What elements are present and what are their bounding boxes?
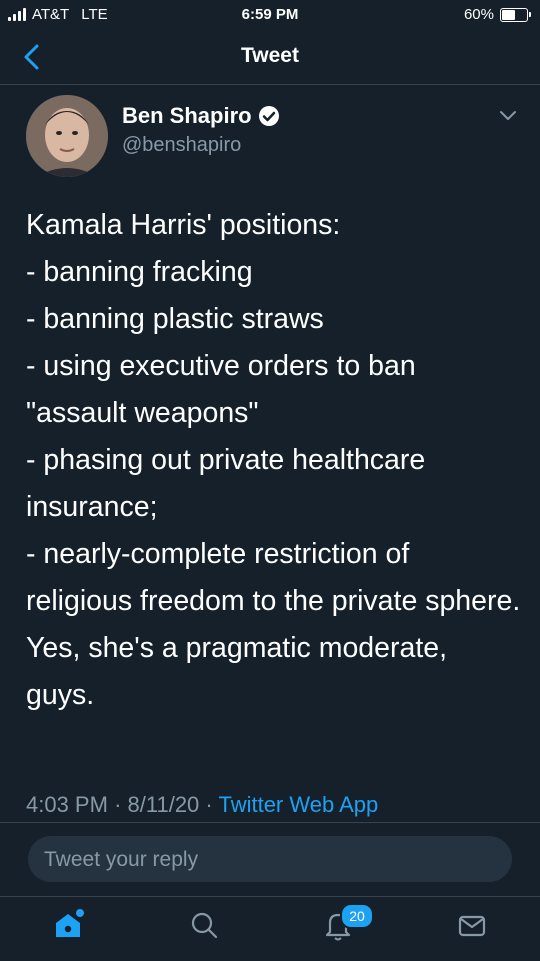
status-bar: AT&T LTE 6:59 PM 60%: [0, 0, 540, 30]
status-time: 6:59 PM: [241, 6, 299, 23]
search-icon[interactable]: [184, 905, 224, 945]
avatar[interactable]: [26, 95, 108, 177]
tweet-time: 4:03 PM: [26, 792, 108, 817]
battery-percent: 60%: [463, 6, 494, 23]
meta-separator: ·: [114, 792, 128, 817]
tweet-source-link[interactable]: Twitter Web App: [218, 792, 378, 817]
reply-input[interactable]: Tweet your reply: [28, 836, 512, 882]
meta-separator: ·: [205, 792, 219, 817]
reply-placeholder: Tweet your reply: [44, 848, 199, 871]
author-row: Ben Shapiro: [122, 103, 280, 129]
tweet-text: Kamala Harris' positions: - banning frac…: [26, 209, 521, 711]
battery-icon: [500, 7, 531, 22]
header: Tweet: [0, 30, 540, 85]
author-handle[interactable]: @benshapiro: [122, 134, 241, 157]
page-title: Tweet: [241, 44, 299, 67]
tweet-date: 8/11/20: [127, 792, 200, 817]
profile-photo: [26, 95, 108, 177]
reply-bar: Tweet your reply: [0, 822, 540, 897]
status-right: 60%: [463, 6, 531, 23]
chevron-down-icon[interactable]: [498, 108, 518, 122]
tab-bar: 20: [0, 896, 540, 961]
author-name[interactable]: Ben Shapiro: [122, 103, 252, 129]
home-new-dot: [76, 909, 84, 917]
notifications-badge: 20: [340, 903, 374, 929]
messages-icon[interactable]: [452, 905, 492, 945]
tweet-meta: 4:03 PM · 8/11/20 · Twitter Web App: [26, 792, 378, 818]
verified-badge-icon: [258, 106, 279, 126]
